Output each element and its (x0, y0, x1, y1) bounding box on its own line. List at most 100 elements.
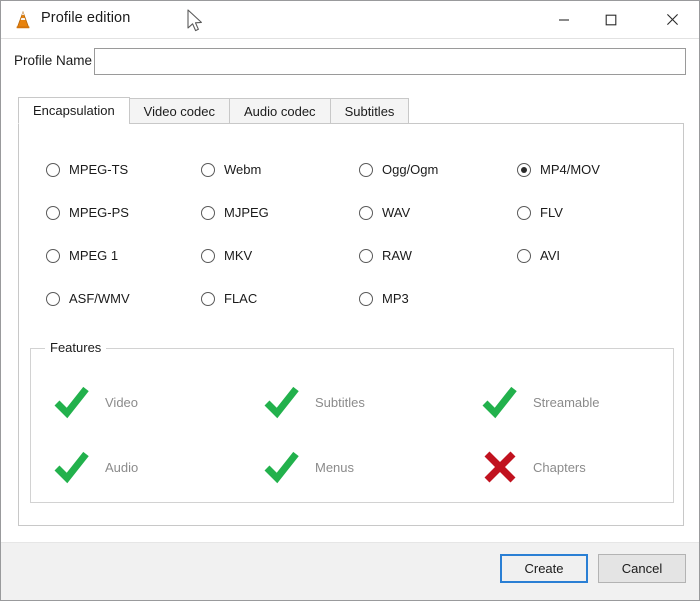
tab-label: Encapsulation (33, 103, 115, 118)
window-title: Profile edition (41, 10, 130, 26)
radio-unselected-icon (359, 206, 373, 220)
encapsulation-panel: MPEG-TS MPEG-PS MPEG 1 ASF/WMV Webm MJPEG MKV F… (18, 123, 684, 526)
radio-raw[interactable]: RAW (359, 248, 412, 263)
maximize-icon (605, 14, 617, 26)
radio-avi[interactable]: AVI (517, 248, 560, 263)
radio-unselected-icon (46, 292, 60, 306)
feature-label: Subtitles (315, 395, 365, 410)
radio-label: MJPEG (224, 205, 269, 220)
radio-label: MKV (224, 248, 252, 263)
profile-name-row: Profile Name (1, 39, 699, 87)
cross-icon (481, 450, 519, 484)
radio-unselected-icon (517, 206, 531, 220)
minimize-icon (558, 14, 570, 26)
radio-mp3[interactable]: MP3 (359, 291, 409, 306)
feature-audio: Audio (53, 450, 138, 484)
check-icon (263, 385, 301, 419)
radio-label: ASF/WMV (69, 291, 130, 306)
profile-name-input[interactable] (94, 48, 686, 75)
feature-chapters: Chapters (481, 450, 586, 484)
tab-label: Subtitles (345, 104, 395, 119)
radio-label: AVI (540, 248, 560, 263)
radio-label: MP4/MOV (540, 162, 600, 177)
radio-label: RAW (382, 248, 412, 263)
radio-label: WAV (382, 205, 410, 220)
radio-unselected-icon (201, 206, 215, 220)
radio-unselected-icon (359, 163, 373, 177)
radio-label: FLV (540, 205, 563, 220)
radio-ogg-ogm[interactable]: Ogg/Ogm (359, 162, 438, 177)
check-icon (263, 450, 301, 484)
check-icon (481, 385, 519, 419)
tab-strip: Encapsulation Video codec Audio codec Subti… (18, 97, 408, 124)
check-icon (53, 450, 91, 484)
radio-mpeg-1[interactable]: MPEG 1 (46, 248, 118, 263)
feature-streamable: Streamable (481, 385, 599, 419)
radio-flac[interactable]: FLAC (201, 291, 257, 306)
check-icon (53, 385, 91, 419)
feature-label: Streamable (533, 395, 599, 410)
encapsulation-radio-grid: MPEG-TS MPEG-PS MPEG 1 ASF/WMV Webm MJPEG MKV F… (19, 124, 685, 339)
cancel-button-label: Cancel (622, 561, 662, 576)
close-icon (666, 13, 679, 26)
check-icon (53, 385, 91, 419)
features-group: Features VideoSubtitlesStreamableAudioMe… (30, 348, 674, 503)
feature-menus: Menus (263, 450, 354, 484)
tab-label: Video codec (144, 104, 215, 119)
radio-mkv[interactable]: MKV (201, 248, 252, 263)
check-icon (263, 385, 301, 419)
feature-label: Menus (315, 460, 354, 475)
title-bar: Profile edition (1, 1, 699, 39)
radio-flv[interactable]: FLV (517, 205, 563, 220)
radio-label: MP3 (382, 291, 409, 306)
profile-name-label: Profile Name (14, 53, 92, 68)
radio-unselected-icon (359, 292, 373, 306)
tab-video-codec[interactable]: Video codec (129, 98, 230, 124)
radio-unselected-icon (46, 249, 60, 263)
cancel-button[interactable]: Cancel (598, 554, 686, 583)
radio-unselected-icon (46, 206, 60, 220)
radio-label: Webm (224, 162, 261, 177)
feature-subtitles: Subtitles (263, 385, 365, 419)
radio-mjpeg[interactable]: MJPEG (201, 205, 269, 220)
radio-unselected-icon (46, 163, 60, 177)
vlc-cone-icon (12, 9, 34, 31)
radio-mpeg-ps[interactable]: MPEG-PS (46, 205, 129, 220)
radio-label: MPEG 1 (69, 248, 118, 263)
cross-icon (481, 450, 519, 484)
radio-unselected-icon (517, 249, 531, 263)
radio-label: Ogg/Ogm (382, 162, 438, 177)
radio-mpeg-ts[interactable]: MPEG-TS (46, 162, 128, 177)
radio-asf-wmv[interactable]: ASF/WMV (46, 291, 130, 306)
radio-unselected-icon (359, 249, 373, 263)
close-button[interactable] (649, 1, 695, 38)
dialog-footer: Create Cancel (1, 542, 699, 600)
tab-subtitles[interactable]: Subtitles (330, 98, 410, 124)
radio-unselected-icon (201, 292, 215, 306)
radio-label: MPEG-TS (69, 162, 128, 177)
features-legend: Features (45, 340, 106, 355)
profile-edition-dialog: Profile edition Profile Name Encapsulati… (0, 0, 700, 601)
minimize-button[interactable] (541, 1, 587, 38)
radio-label: MPEG-PS (69, 205, 129, 220)
tab-label: Audio codec (244, 104, 316, 119)
radio-webm[interactable]: Webm (201, 162, 261, 177)
check-icon (481, 385, 519, 419)
radio-unselected-icon (201, 163, 215, 177)
radio-unselected-icon (201, 249, 215, 263)
feature-label: Audio (105, 460, 138, 475)
check-icon (53, 450, 91, 484)
tab-encapsulation[interactable]: Encapsulation (18, 97, 130, 124)
create-button-label: Create (524, 561, 563, 576)
radio-wav[interactable]: WAV (359, 205, 410, 220)
radio-label: FLAC (224, 291, 257, 306)
radio-mp4-mov[interactable]: MP4/MOV (517, 162, 600, 177)
create-button[interactable]: Create (500, 554, 588, 583)
radio-selected-icon (517, 163, 531, 177)
feature-video: Video (53, 385, 138, 419)
check-icon (263, 450, 301, 484)
maximize-button[interactable] (588, 1, 634, 38)
tab-audio-codec[interactable]: Audio codec (229, 98, 331, 124)
feature-label: Chapters (533, 460, 586, 475)
feature-label: Video (105, 395, 138, 410)
